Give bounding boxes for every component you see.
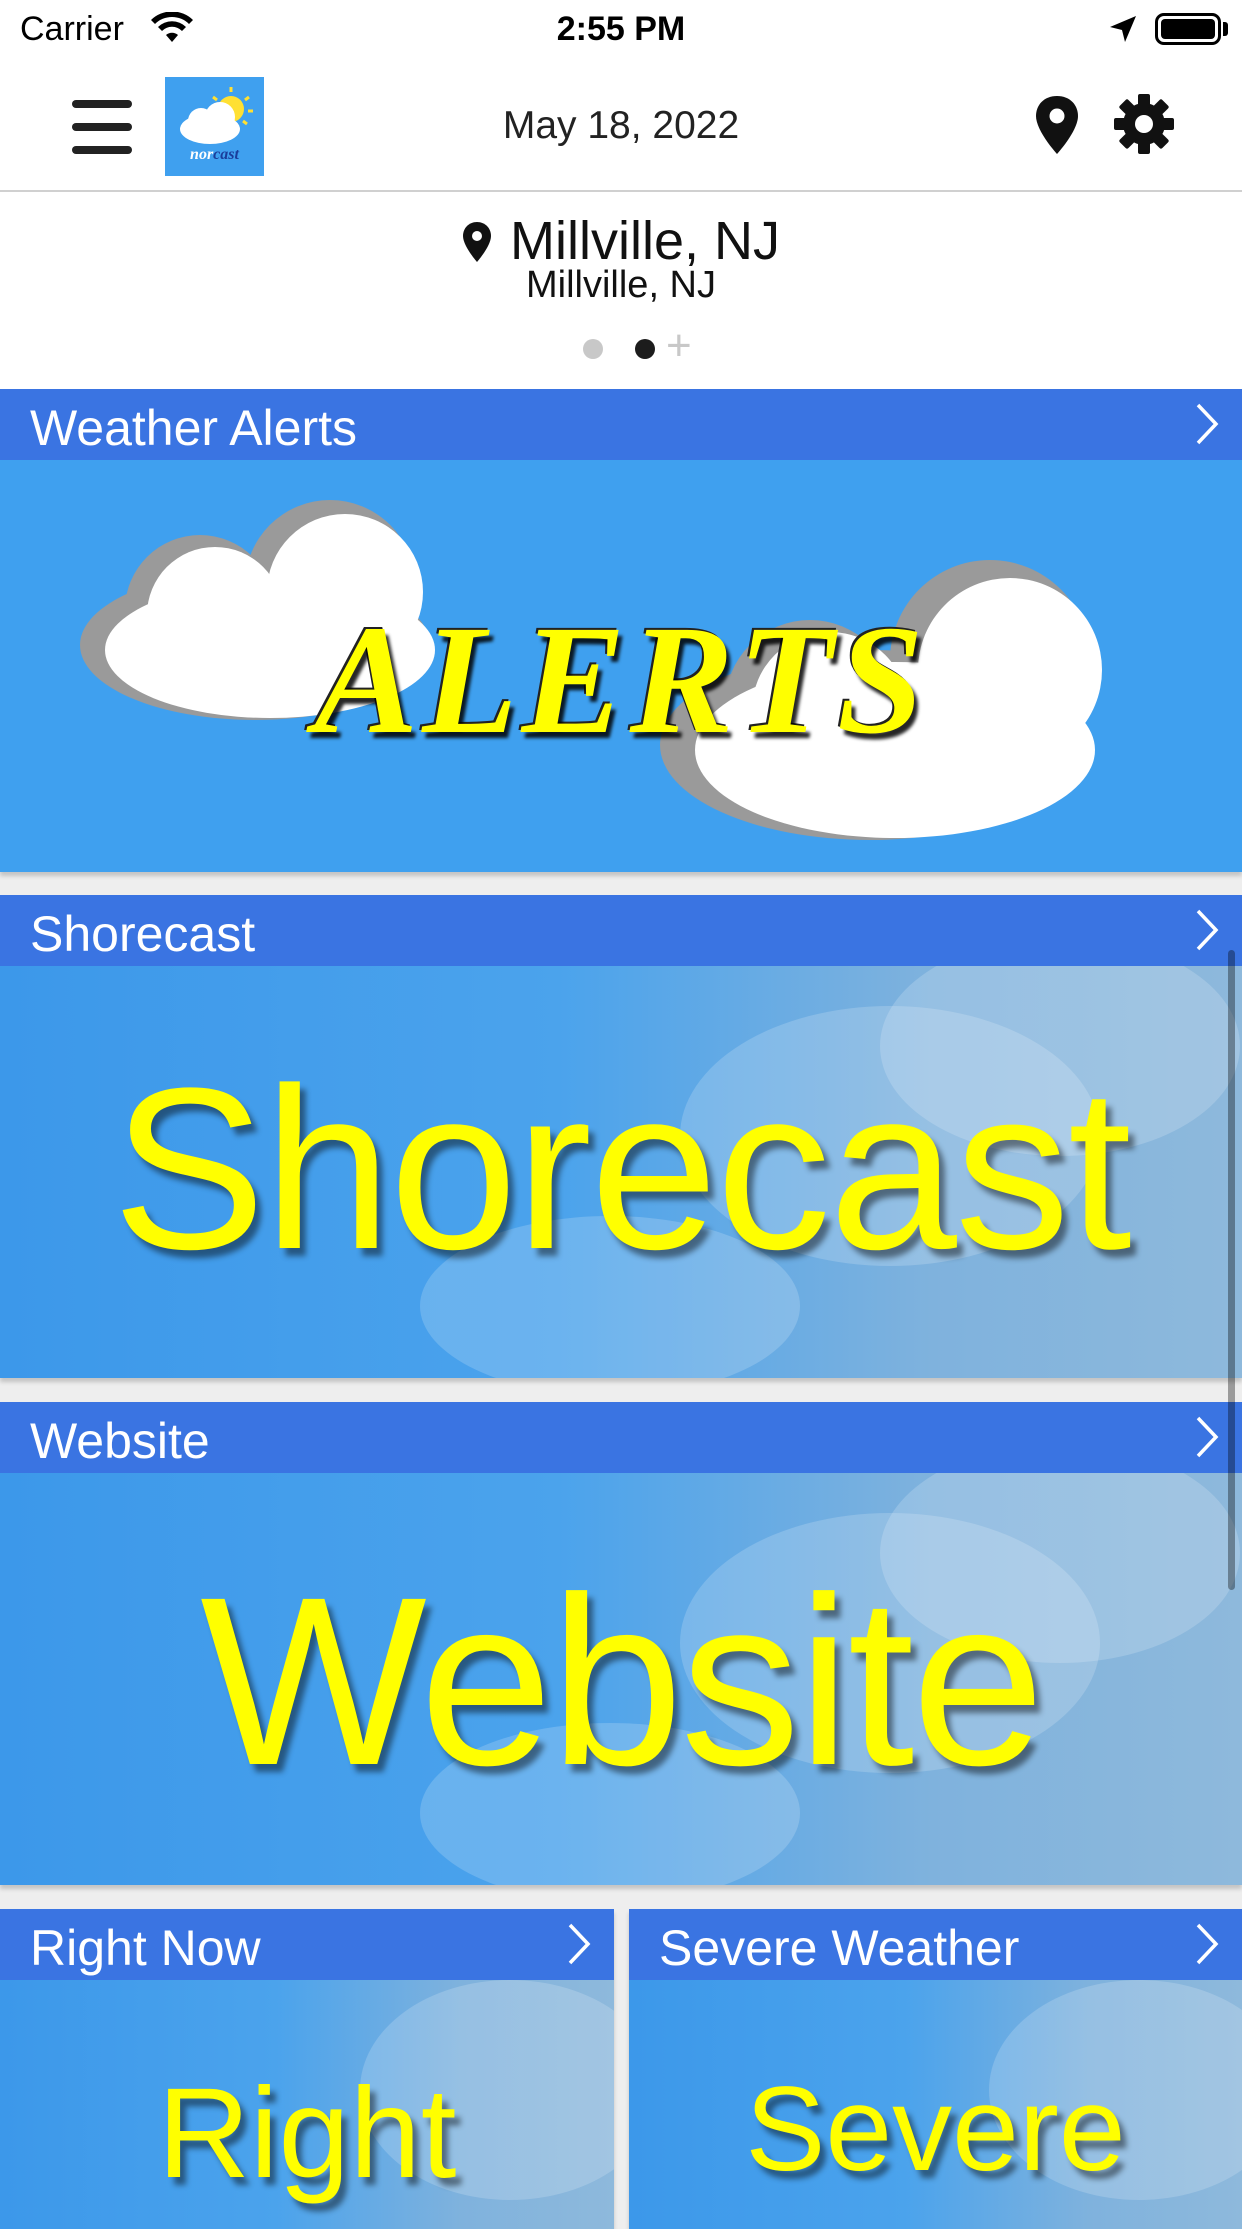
alerts-graphic: ALERTS xyxy=(0,460,1242,872)
gear-icon[interactable] xyxy=(1112,92,1176,156)
website-headline: Website xyxy=(200,1547,1045,1815)
clock-time: 2:55 PM xyxy=(556,10,686,48)
card-title: Website xyxy=(30,1413,210,1469)
card-title: Severe Weather xyxy=(659,1920,1020,1976)
page-dot-active[interactable] xyxy=(635,339,655,359)
severe-weather-headline: Severe xyxy=(745,2062,1126,2196)
scrollbar[interactable] xyxy=(1228,950,1235,1590)
chevron-right-icon xyxy=(568,1923,591,1965)
card-title: Shorecast xyxy=(30,906,256,962)
card-header[interactable]: Website xyxy=(0,1402,1242,1473)
page-indicator[interactable]: + xyxy=(580,324,710,368)
top-nav-bar: norcast May 18, 2022 xyxy=(0,62,1242,192)
card-header[interactable]: Weather Alerts xyxy=(0,389,1242,460)
severe-weather-card[interactable]: Severe Weather Severe xyxy=(629,1909,1242,2229)
add-location-icon[interactable]: + xyxy=(666,324,692,368)
status-bar: Carrier 2:55 PM xyxy=(0,0,1242,62)
card-header[interactable]: Right Now xyxy=(0,1909,614,1980)
logo-text: norcast xyxy=(190,146,239,163)
location-title-row[interactable]: Millville, NJ xyxy=(0,210,1242,272)
location-header: Millville, NJ Millville, NJ + xyxy=(0,192,1242,389)
website-graphic: Website xyxy=(0,1473,1242,1885)
shorecast-graphic: Shorecast xyxy=(0,966,1242,1378)
card-header[interactable]: Shorecast xyxy=(0,895,1242,966)
map-pin-icon[interactable] xyxy=(1034,94,1080,156)
website-card[interactable]: Website Website xyxy=(0,1402,1242,1885)
shorecast-card[interactable]: Shorecast Shorecast xyxy=(0,895,1242,1378)
battery-icon xyxy=(1155,13,1221,45)
location-subtitle: Millville, NJ xyxy=(526,264,716,306)
right-now-headline: Right xyxy=(157,2062,457,2205)
card-title: Weather Alerts xyxy=(30,400,358,456)
alerts-headline: ALERTS xyxy=(314,593,928,766)
shorecast-headline: Shorecast xyxy=(112,1040,1132,1297)
card-header[interactable]: Severe Weather xyxy=(629,1909,1242,1980)
severe-weather-graphic: Severe xyxy=(629,1980,1242,2229)
chevron-right-icon xyxy=(1196,909,1219,951)
battery-cap xyxy=(1223,22,1228,36)
card-title: Right Now xyxy=(30,1920,261,1976)
chevron-right-icon xyxy=(1196,1923,1219,1965)
right-now-card[interactable]: Right Now Right xyxy=(0,1909,614,2229)
location-services-icon xyxy=(1110,16,1136,42)
right-now-graphic: Right xyxy=(0,1980,614,2229)
chevron-right-icon xyxy=(1196,403,1219,445)
location-title: Millville, NJ xyxy=(510,211,780,271)
chevron-right-icon xyxy=(1196,1416,1219,1458)
location-pin-icon xyxy=(463,222,491,262)
weather-alerts-card[interactable]: Weather Alerts ALERTS xyxy=(0,389,1242,872)
page-dot[interactable] xyxy=(583,339,603,359)
